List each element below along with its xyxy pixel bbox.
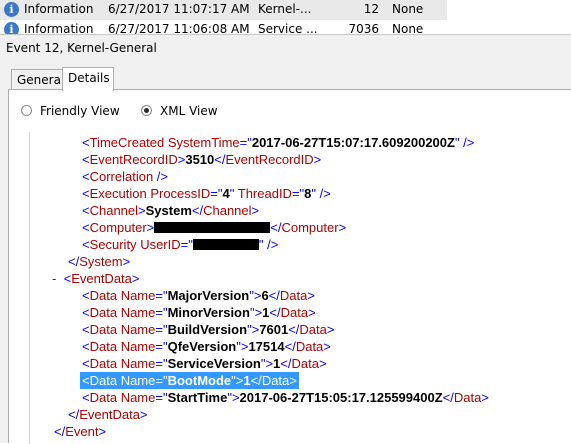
xml-line-data: <Data Name="MinorVersion">1</Data> — [82, 305, 316, 320]
event-list: i Information 6/27/2017 11:07:17 AM Kern… — [0, 0, 571, 34]
xml-view-content[interactable]: <TimeCreated SystemTime="2017-06-27T15:0… — [29, 132, 571, 444]
event-row[interactable]: i Information 6/27/2017 11:06:08 AM Serv… — [0, 20, 447, 34]
event-source: Service ... — [258, 22, 318, 34]
xml-line-data: <Data Name="MajorVersion">6</Data> — [82, 288, 315, 303]
xml-line-system-close: </System> — [68, 254, 131, 269]
xml-line-channel: <Channel>System</Channel> — [82, 203, 260, 218]
xml-line-execution: <Execution ProcessID="4" ThreadID="8" /> — [82, 186, 331, 201]
xml-line-data: <Data Name="QfeVersion">17514</Data> — [82, 339, 331, 354]
event-source: Kernel-... — [258, 2, 312, 16]
xml-line-event-close: </Event> — [54, 424, 107, 439]
xml-line-eventdata-open[interactable]: - <EventData> — [52, 270, 139, 287]
xml-line-correlation: <Correlation /> — [82, 169, 169, 184]
radio-button-icon — [21, 105, 32, 116]
event-id: 12 — [363, 2, 379, 16]
pane-title: Event 12, Kernel-General — [6, 41, 157, 55]
redaction-bar — [154, 222, 271, 233]
event-date: 6/27/2017 11:07:17 AM — [108, 2, 250, 16]
radio-button-selected-icon — [141, 105, 152, 116]
event-date: 6/27/2017 11:06:08 AM — [108, 22, 250, 34]
xml-view-label: XML View — [160, 104, 218, 118]
event-row[interactable]: i Information 6/27/2017 11:07:17 AM Kern… — [0, 0, 447, 20]
xml-line-data-selected[interactable]: <Data Name="BootMode">1</Data> — [80, 372, 299, 389]
xml-line-timecreated: <TimeCreated SystemTime="2017-06-27T15:0… — [82, 135, 475, 150]
collapse-toggle-icon[interactable]: - — [52, 271, 56, 286]
tabs-area: General Details Friendly View XML View <… — [0, 60, 571, 444]
xml-line-computer: <Computer> </Computer> — [82, 220, 347, 235]
info-icon: i — [4, 2, 19, 17]
tab-general[interactable]: General — [11, 69, 64, 89]
redaction-bar — [192, 239, 259, 250]
friendly-view-label: Friendly View — [40, 104, 120, 118]
xml-line-eventrecordid: <EventRecordID>3510</EventRecordID> — [82, 152, 322, 167]
event-details-header: Event 12, Kernel-General — [0, 34, 571, 60]
xml-line-eventdata-close: </EventData> — [68, 407, 148, 422]
event-id: 7036 — [348, 22, 379, 34]
event-level: Information — [24, 22, 94, 34]
xml-line-data: <Data Name="BuildVersion">7601</Data> — [82, 322, 335, 337]
xml-line-security: <Security UserID=" " /> — [82, 237, 279, 252]
info-icon: i — [4, 22, 19, 34]
xml-line-data: <Data Name="StartTime">2017-06-27T15:05:… — [82, 390, 489, 405]
tab-details[interactable]: Details — [62, 67, 114, 91]
event-task: None — [392, 22, 424, 34]
event-task: None — [392, 2, 424, 16]
details-tab-panel: Friendly View XML View <TimeCreated Syst… — [8, 89, 571, 444]
event-level: Information — [24, 2, 94, 16]
xml-line-data: <Data Name="ServiceVersion">1</Data> — [82, 356, 327, 371]
